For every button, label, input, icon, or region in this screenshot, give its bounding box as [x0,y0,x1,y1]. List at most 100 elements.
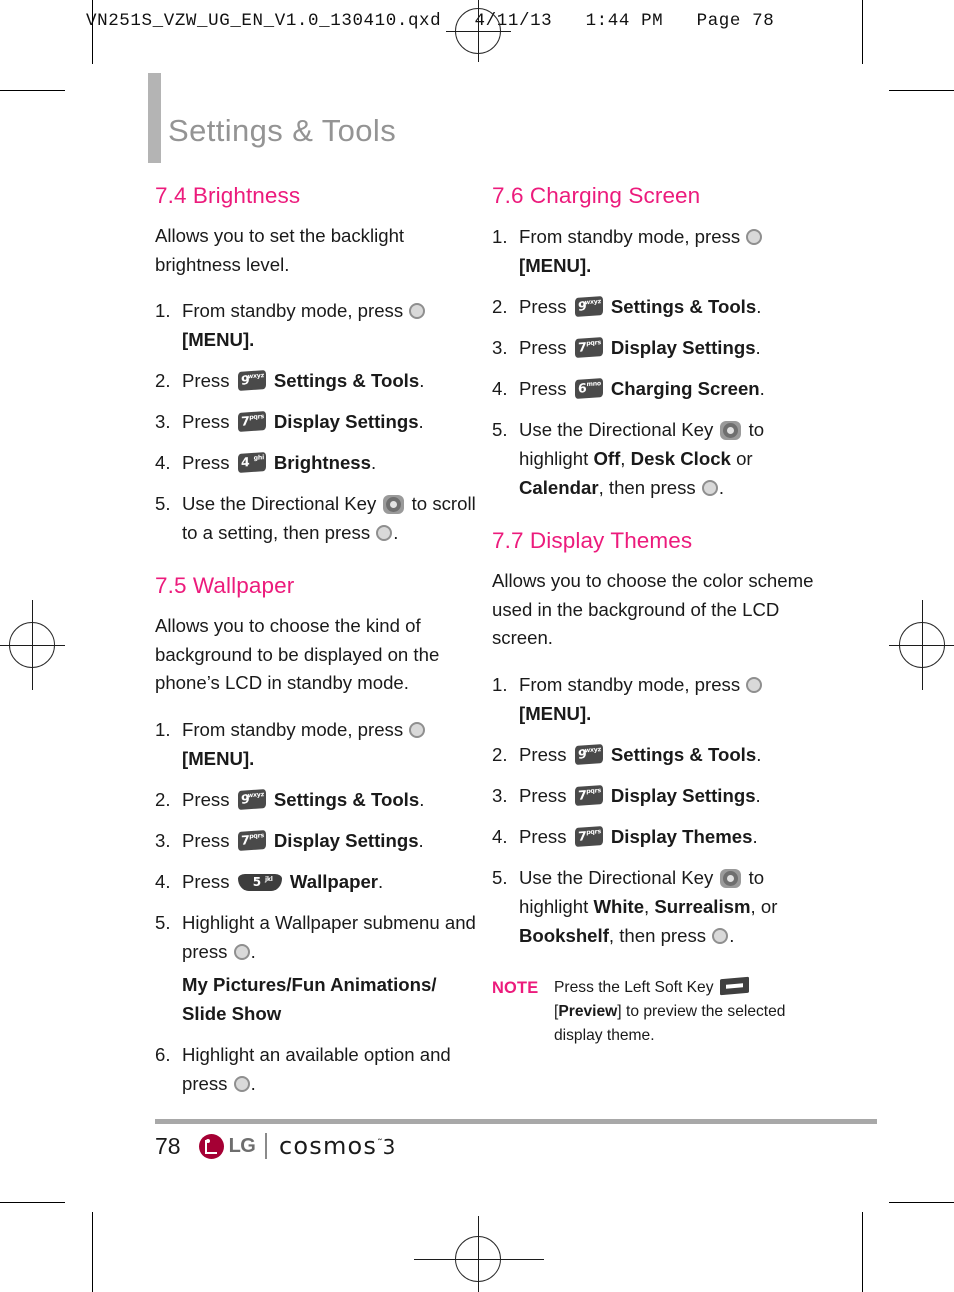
registration-mark-left-vertical [31,600,33,690]
option-surrealism: Surrealism [654,895,751,917]
directional-key-icon [720,421,742,440]
ok-key-icon [409,303,426,319]
crop-mark-top-left-horizontal [0,90,65,92]
keypad-digit: 7 [240,413,250,429]
option-separator: , [644,895,650,917]
list-item: 3. Press 7 pqrs Display Settings. [155,826,477,855]
keypad-6-icon: 6 mno [574,378,603,399]
keypad-9-icon: 9 wxyz [574,296,603,317]
step-period: . [250,1072,256,1094]
crop-mark-bottom-left-vertical [92,1212,94,1292]
step-number: 3. [492,784,508,806]
note-bracket-close: ] [617,1002,622,1020]
list-item: 5. Use the Directional Key to highlight … [492,863,814,950]
list-item: 4. Press 5 jkl Wallpaper. [155,867,477,896]
crop-mark-top-left-vertical [92,0,94,64]
step-text: From standby mode, press [519,673,741,695]
ok-key-icon [233,943,250,960]
option-separator: or [736,448,753,469]
step-period: . [756,296,762,317]
step-number: 2. [155,370,171,391]
step-text-menu: [MENU]. [519,702,592,724]
ok-key-icon [233,1075,250,1092]
step-menu-name: Display Settings [273,829,419,851]
directional-key-icon [720,868,742,888]
keypad-7-icon: 7 pqrs [237,411,266,432]
step-number: 3. [492,337,508,358]
list-item: 3. Press 7 pqrs Display Settings. [492,781,814,810]
step-period: . [393,522,399,543]
step-text-tail: , then press [598,477,696,498]
step-period: . [752,825,758,847]
keypad-9-icon: 9 wxyz [237,788,266,810]
note-block: NOTE Press the Left Soft Key [Preview] t… [492,976,814,1048]
option-white: White [593,895,645,917]
keypad-letters: pqrs [248,831,264,840]
keypad-letters: wxyz [247,371,264,380]
step-text-menu: [MENU]. [519,255,592,276]
step-menu-name: Display Settings [610,337,756,358]
step-text: Press [519,743,567,765]
step-menu-name: Settings & Tools [610,743,757,765]
list-item: 3. Press 7 pqrs Display Settings. [492,333,814,362]
registration-mark-bottom-horizontal [414,1258,544,1260]
step-period: . [755,784,761,806]
step-text: Press [182,829,230,851]
section-heading-brightness: 7.4 Brightness [155,183,301,208]
ok-key-icon [746,676,763,693]
step-number: 3. [155,411,171,432]
step-number: 4. [492,378,508,399]
directional-key-icon [383,495,405,514]
ok-key-icon [376,525,393,541]
step-number: 5. [492,419,508,440]
step-text-tail: , then press [608,924,707,946]
step-text: Press [182,411,230,432]
step-period: . [419,788,425,810]
option-separator: , [620,448,626,469]
step-menu-name: Display Settings [610,784,756,806]
step-text: Use the Directional Key [519,866,714,888]
list-item: 2. Press 9 wxyz Settings & Tools. [155,366,477,395]
step-menu-name: Settings & Tools [273,370,420,391]
list-item: 4. Press 7 pqrs Display Themes. [492,822,814,851]
footer-logo-divider [265,1133,267,1159]
step-number: 1. [155,300,171,321]
keypad-letters: wxyz [584,297,601,306]
page-title: Settings & Tools [168,113,397,148]
keypad-letters: pqrs [585,786,601,795]
page-title-accent-bar [148,73,161,163]
step-text: From standby mode, press [519,226,741,247]
keypad-5-icon: 5 jkl [237,873,282,891]
crop-mark-bottom-right-vertical [862,1212,864,1292]
step-menu-name: Display Settings [273,411,419,432]
step-number: 6. [155,1043,171,1065]
step-period: . [755,337,761,358]
step-text: Press [182,370,230,391]
keypad-7-icon: 7 pqrs [574,825,603,847]
registration-mark-bottom-vertical [477,1216,479,1292]
step-text-menu: [MENU]. [182,329,255,350]
lg-wordmark: LG [228,1134,256,1157]
keypad-4-icon: 4 ghi [237,452,266,473]
wallpaper-submenu-options: My Pictures/Fun Animations/ Slide Show [182,973,437,1024]
step-period: . [378,870,384,892]
step-text: Use the Directional Key [182,493,377,514]
keypad-digit: 5 [252,874,262,889]
left-soft-key-icon [719,976,749,995]
charging-screen-step-list: 1. From standby mode, press [MENU]. 2. P… [492,222,814,502]
keypad-digit: 6 [577,380,587,396]
step-number: 1. [492,673,508,695]
step-period: . [418,411,424,432]
list-item: 2. Press 9 wxyz Settings & Tools. [155,785,477,814]
step-number: 5. [155,911,171,933]
display-themes-intro-text: Allows you to choose the color scheme us… [492,570,814,648]
option-bookshelf: Bookshelf [519,924,609,946]
registration-mark-right-vertical [921,600,923,690]
step-period: . [250,940,256,962]
step-number: 2. [492,296,508,317]
step-menu-name: Wallpaper [289,870,379,892]
section-heading-charging-screen: 7.6 Charging Screen [492,183,701,208]
step-text: Highlight an available option and press [182,1043,451,1094]
step-text: Press [519,784,567,806]
step-menu-name: Charging Screen [610,378,760,399]
